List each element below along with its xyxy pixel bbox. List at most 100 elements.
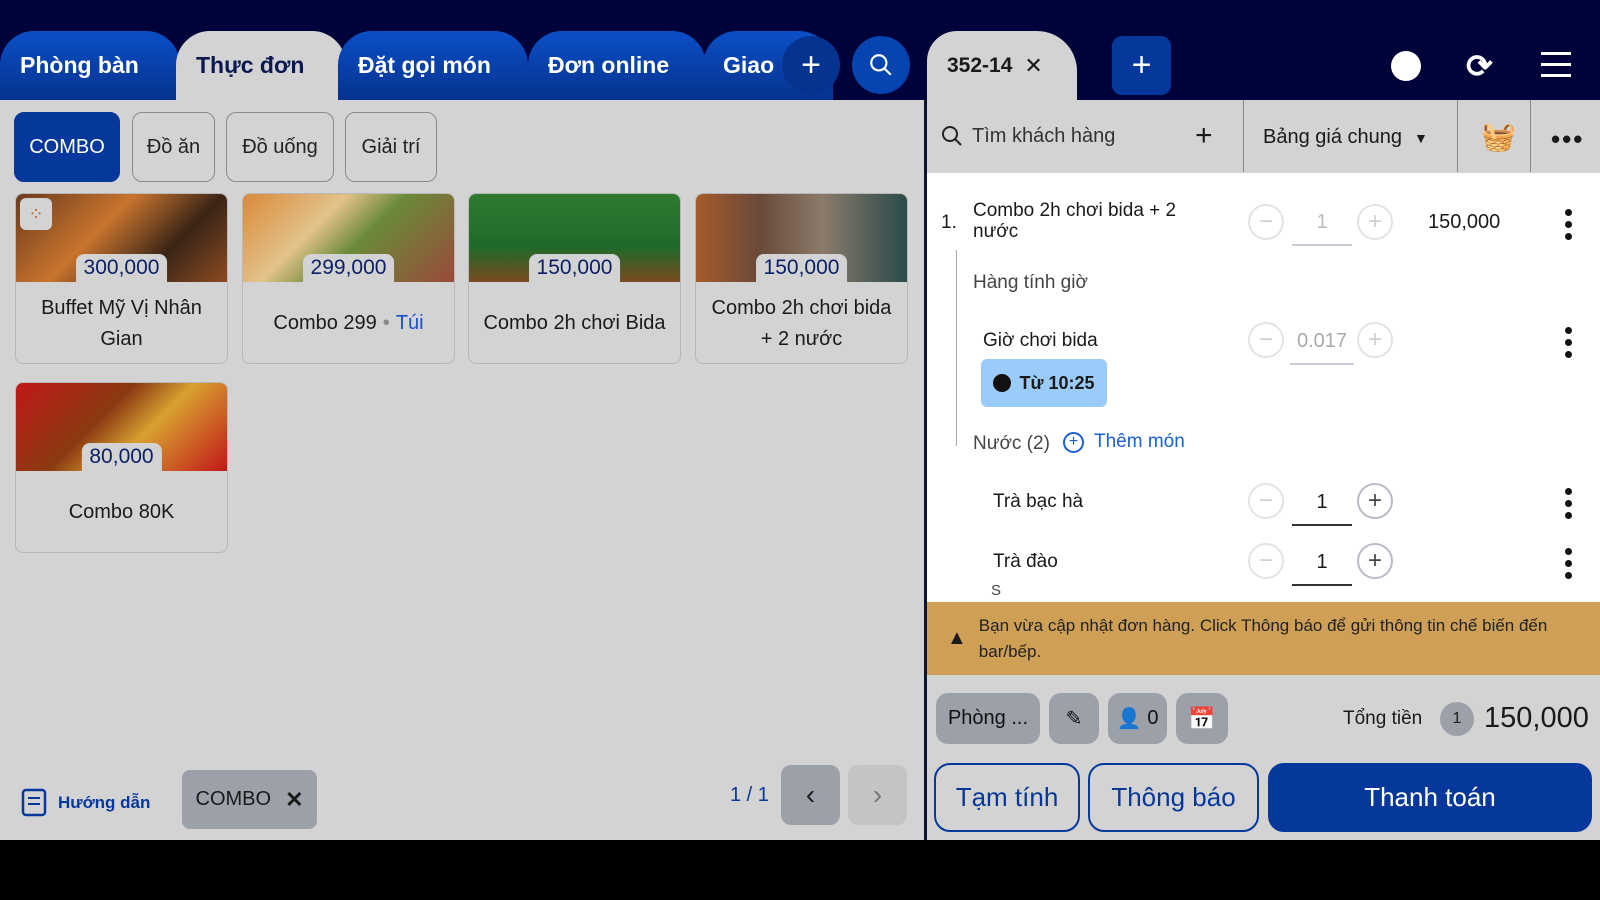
combo-icon: ⁘ [20,198,52,230]
tab-dat-goi-mon[interactable]: Đặt gọi món [338,31,528,100]
plus-circle-icon: + [1063,431,1084,453]
toolbar-divider [1530,100,1531,172]
product-price: 299,000 [302,254,395,282]
quantity-field[interactable]: 0.017 [1290,330,1354,365]
drink-name: Trà đào [993,551,1058,572]
filter-chip-label: COMBO [195,788,272,810]
notify-button[interactable]: Thông báo [1088,763,1259,832]
warning-text: Bạn vừa cập nhật đơn hàng. Click Thông b… [978,615,1548,661]
more-vertical-icon[interactable] [1565,488,1573,524]
increase-button[interactable]: + [1357,322,1393,358]
globe-icon[interactable] [1391,51,1421,81]
basket-icon[interactable]: 🧺 [1481,120,1516,153]
guide-link[interactable]: Hướng dẫn [20,788,150,818]
decrease-button[interactable]: − [1248,204,1284,240]
search-icon [942,126,962,146]
order-item-name: Combo 2h chơi bida + 2 nước [973,200,1177,242]
warning-banner[interactable]: ▲ Bạn vừa cập nhật đơn hàng. Click Thông… [927,602,1600,675]
toolbar-divider [1243,100,1244,172]
customer-search[interactable]: Tìm khách hàng [940,124,1115,148]
temp-bill-button[interactable]: Tạm tính [934,763,1080,832]
increase-button[interactable]: + [1357,204,1393,240]
price-list-select[interactable]: Bảng giá chung ▼ [1263,126,1428,150]
pager-text: 1 / 1 [730,784,769,806]
warning-icon: ▲ [947,627,967,649]
product-card[interactable]: 80,000 Combo 80K [15,382,228,553]
price-list-label: Bảng giá chung [1263,126,1403,148]
guests-button[interactable]: 👤 0 [1108,693,1167,744]
drink-note: S [991,582,1002,599]
filter-chip: COMBO ✕ [182,770,317,829]
tab-thuc-don[interactable]: Thực đơn [176,31,346,100]
more-vertical-icon[interactable] [1565,209,1573,245]
quantity-field[interactable]: 1 [1292,491,1352,526]
category-giai-tri[interactable]: Giải trí [345,112,437,182]
add-item-label: Thêm món [1094,431,1185,452]
product-card[interactable]: 299,000 Combo 299 • Túi [242,193,455,364]
tab-don-online[interactable]: Đơn online [528,31,706,100]
product-price: 150,000 [528,254,621,282]
more-vertical-icon[interactable] [1565,548,1573,584]
pay-button[interactable]: Thanh toán [1268,763,1592,832]
product-image: 299,000 [243,194,454,282]
total-amount: 150,000 [1484,702,1589,734]
product-name: Combo 80K [68,501,175,523]
product-card[interactable]: 150,000 Combo 2h chơi bida + 2 nước [695,193,908,364]
list-icon[interactable] [1541,52,1571,77]
quantity-field[interactable]: 1 [1292,211,1352,246]
more-vertical-icon[interactable] [1565,327,1573,363]
group-label: Nước (2) [973,433,1050,454]
drink-name: Trà bạc hà [993,491,1084,512]
decrease-button[interactable]: − [1248,483,1284,519]
plus-icon: + [1131,46,1152,84]
category-do-uong[interactable]: Đồ uống [226,112,334,182]
increase-button[interactable]: + [1357,483,1393,519]
increase-button[interactable]: + [1357,543,1393,579]
item-count-badge: 1 [1440,702,1474,736]
product-name-text: Combo 299 [273,312,377,334]
decrease-button[interactable]: − [1248,543,1284,579]
pencil-icon: ✎ [1065,708,1083,730]
customer-search-placeholder: Tìm khách hàng [972,124,1116,147]
group-label: Hàng tính giờ [973,272,1088,293]
product-image: 150,000 [696,194,907,282]
product-name: Combo 2h chơi bida + 2 nước [711,296,892,350]
chevron-left-icon: ‹ [805,779,816,810]
prev-page-button[interactable]: ‹ [781,765,840,825]
product-price: 80,000 [81,443,162,471]
guide-label: Hướng dẫn [58,793,151,812]
next-page-button[interactable]: › [848,765,907,825]
product-name: Buffet Mỹ Vị Nhân Gian [41,296,202,350]
timed-item-name: Giờ chơi bida [983,330,1098,351]
refresh-icon[interactable]: ⟳ [1466,47,1493,85]
product-image: 80,000 [16,383,227,471]
caret-down-icon: ▼ [1414,130,1428,146]
quantity-field[interactable]: 1 [1292,551,1352,586]
decrease-button[interactable]: − [1248,322,1284,358]
product-image: 150,000 [469,194,680,282]
product-card[interactable]: 150,000 Combo 2h chơi Bida [468,193,681,364]
add-customer-button[interactable]: + [1195,119,1213,153]
product-card[interactable]: ⁘ 300,000 Buffet Mỹ Vị Nhân Gian [15,193,228,364]
more-icon[interactable]: ••• [1551,124,1584,155]
category-do-an[interactable]: Đồ ăn [132,112,215,182]
product-name: Combo 2h chơi Bida [483,312,666,334]
tab-phong-ban[interactable]: Phòng bàn [0,31,180,100]
new-order-button[interactable]: + [1112,36,1171,95]
product-name: Combo 299 • Túi [243,282,454,363]
close-icon[interactable]: ✕ [1024,53,1042,79]
plus-icon: + [801,45,821,84]
start-time-chip[interactable]: Từ 10:25 [981,359,1107,407]
add-tab-button[interactable]: + [782,36,840,94]
order-tab[interactable]: 352-14 ✕ [927,31,1077,100]
edit-button[interactable]: ✎ [1049,693,1099,744]
product-price: 150,000 [755,254,848,282]
room-button[interactable]: Phòng ... [936,693,1040,744]
schedule-button[interactable]: 📅 [1176,693,1228,744]
category-combo[interactable]: COMBO [14,112,120,182]
add-item-link[interactable]: + Thêm món [1063,431,1185,453]
close-icon[interactable]: ✕ [285,787,303,813]
guest-count: 0 [1147,707,1159,729]
search-button[interactable] [852,36,910,94]
clock-icon [993,374,1012,392]
